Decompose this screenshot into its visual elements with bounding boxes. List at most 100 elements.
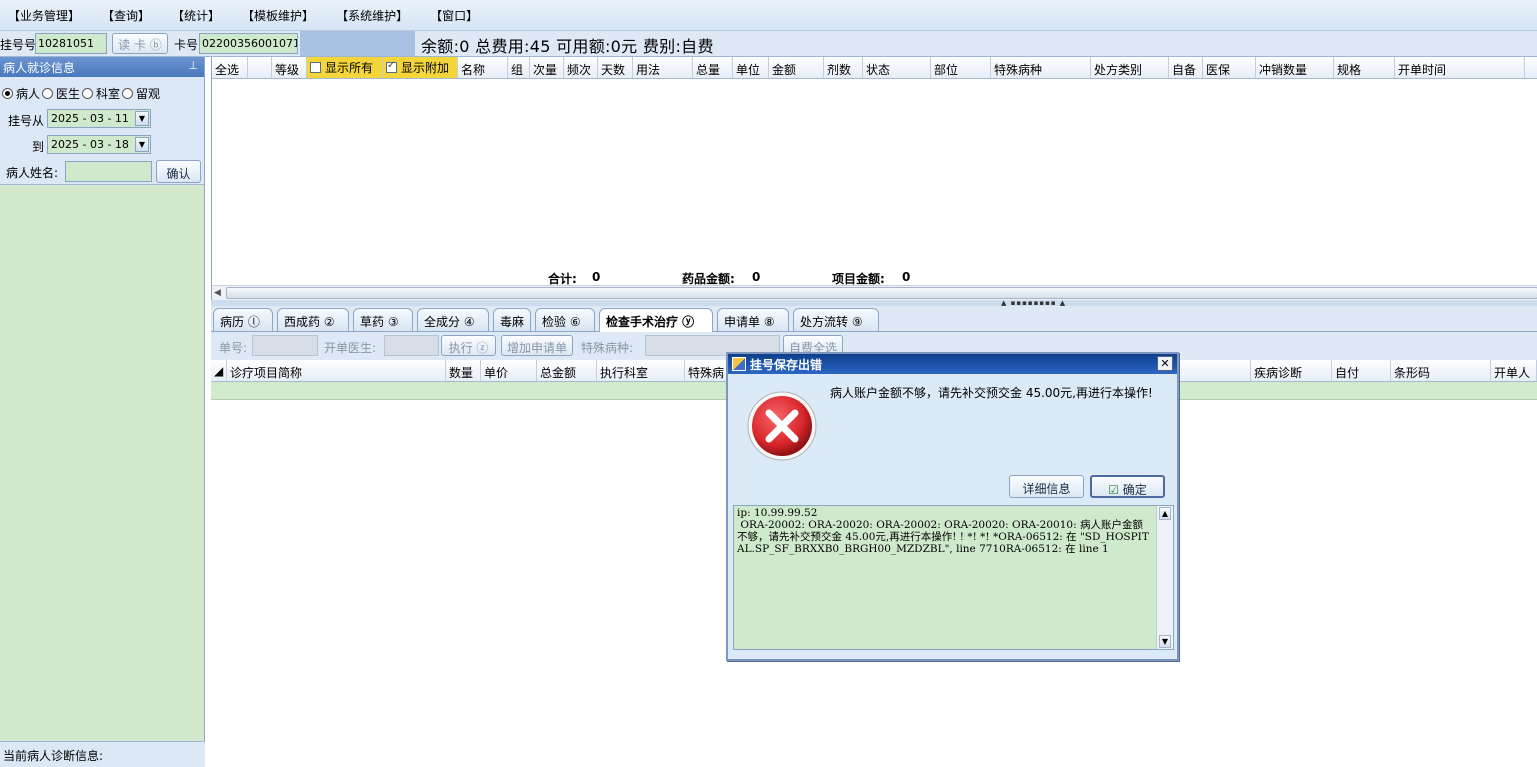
col-self-pay[interactable]: 自付: [1332, 360, 1391, 381]
show-all-label: 显示所有: [325, 61, 374, 75]
tab-prescription-flow[interactable]: 处方流转 ⑨: [793, 308, 879, 331]
menu-system[interactable]: 【系统维护】: [332, 5, 412, 26]
show-extra-label: 显示附加: [401, 61, 450, 75]
search-type-radios: 病人 医生 科室 留观: [2, 85, 162, 102]
col-level[interactable]: 等级: [272, 57, 307, 78]
card-number-label: 卡号: [174, 38, 199, 52]
status-area: [300, 31, 415, 56]
menu-template[interactable]: 【模板维护】: [238, 5, 318, 26]
col-orderer[interactable]: 开单人: [1491, 360, 1537, 381]
col-dose[interactable]: 次量: [530, 57, 564, 78]
col-order-time[interactable]: 开单时间: [1395, 57, 1525, 78]
scrollbar-thumb[interactable]: [226, 287, 1537, 299]
col-amount[interactable]: 金额: [769, 57, 824, 78]
chevron-down-icon[interactable]: ▼: [135, 111, 149, 126]
col-state[interactable]: 状态: [863, 57, 931, 78]
radio-unchecked-icon: [82, 88, 94, 99]
col-name[interactable]: 名称: [458, 57, 508, 78]
confirm-button[interactable]: 确认: [156, 160, 201, 183]
tab-herbal-medicine[interactable]: 草药 ③: [353, 308, 413, 331]
chevron-down-icon[interactable]: ▼: [135, 137, 149, 152]
col-total-qty[interactable]: 总量: [693, 57, 733, 78]
to-date-label: 到: [32, 140, 45, 154]
col-site[interactable]: 部位: [931, 57, 991, 78]
scroll-up-icon[interactable]: ▲: [1159, 507, 1171, 520]
horizontal-scrollbar[interactable]: ◀: [212, 285, 1537, 300]
patient-info-bar: 挂号号 10281051 读 卡 ⓑ 卡号 022003560010714 余额…: [0, 31, 1537, 57]
tab-lab-test[interactable]: 检验 ⑥: [535, 308, 595, 331]
error-dialog: 挂号保存出错 ✕ 病人账户金额不够，请先补交预交金 45.00元,再进行本操作!…: [726, 352, 1179, 661]
scroll-down-icon[interactable]: ▼: [1159, 635, 1171, 648]
read-card-button[interactable]: 读 卡 ⓑ: [112, 33, 168, 54]
col-writeoff-qty[interactable]: 冲销数量: [1256, 57, 1334, 78]
tab-western-medicine[interactable]: 西成药 ②: [277, 308, 349, 331]
to-date-picker[interactable]: 2025 - 03 - 18 ▼: [47, 135, 151, 154]
menu-bar: 【业务管理】 【查询】 【统计】 【模板维护】 【系统维护】 【窗口】: [0, 0, 1537, 31]
radio-patient[interactable]: 病人: [2, 85, 40, 102]
menu-window[interactable]: 【窗口】: [426, 5, 482, 26]
vertical-scrollbar[interactable]: ▲ ▼: [1156, 506, 1173, 649]
col-frequency[interactable]: 频次: [564, 57, 598, 78]
col-unit[interactable]: 单位: [733, 57, 769, 78]
col-insurance[interactable]: 医保: [1203, 57, 1256, 78]
reg-number-label: 挂号号: [0, 38, 37, 52]
checkbox-unchecked-icon: [310, 62, 321, 73]
row-selector-header[interactable]: ◢: [211, 360, 227, 381]
col-total-amount[interactable]: 总金额: [537, 360, 597, 381]
ordering-doctor-label: 开单医生:: [324, 341, 377, 355]
col-usage[interactable]: 用法: [633, 57, 693, 78]
col-select-all[interactable]: 全选: [212, 57, 248, 78]
current-diagnosis-label: 当前病人诊断信息:: [0, 741, 205, 767]
dialog-title-bar[interactable]: 挂号保存出错 ✕: [728, 354, 1177, 374]
radio-observation[interactable]: 留观: [122, 85, 160, 102]
show-all-checkbox[interactable]: 显示所有: [307, 57, 383, 78]
from-date-picker[interactable]: 2025 - 03 - 11 ▼: [47, 109, 151, 128]
show-extra-checkbox[interactable]: 显示附加: [383, 57, 458, 78]
tab-bar: 病历 ⓛ 西成药 ② 草药 ③ 全成分 ④ 毒麻 检验 ⑥ 检查手术治疗 ⓨ 申…: [211, 306, 1537, 333]
col-item-name[interactable]: 诊疗项目简称: [227, 360, 446, 381]
col-unit-price[interactable]: 单价: [481, 360, 537, 381]
col-barcode[interactable]: 条形码: [1391, 360, 1491, 381]
patient-name-input[interactable]: [65, 161, 152, 182]
close-icon[interactable]: ✕: [1157, 356, 1173, 371]
special-disease-label: 特殊病种:: [581, 341, 634, 355]
col-diagnosis[interactable]: 疾病诊断: [1251, 360, 1332, 381]
tab-full-component[interactable]: 全成分 ④: [417, 308, 489, 331]
order-number-label: 单号:: [219, 341, 248, 355]
tab-exam-surgery[interactable]: 检查手术治疗 ⓨ: [599, 308, 713, 333]
error-icon: [747, 391, 817, 461]
details-button[interactable]: 详细信息: [1009, 475, 1084, 498]
menu-business[interactable]: 【业务管理】: [4, 5, 84, 26]
reg-number-field[interactable]: 10281051: [35, 33, 107, 54]
error-detail-textarea[interactable]: ip: 10.99.99.52 ORA-20002: ORA-20020: OR…: [733, 505, 1174, 650]
card-number-field[interactable]: 022003560010714: [199, 33, 298, 54]
col-spec[interactable]: 规格: [1334, 57, 1395, 78]
ok-button[interactable]: ☑ 确定: [1090, 475, 1165, 498]
col-group[interactable]: 组: [508, 57, 530, 78]
radio-department[interactable]: 科室: [82, 85, 120, 102]
tab-medical-record[interactable]: 病历 ⓛ: [213, 308, 273, 331]
execute-button[interactable]: 执行 ⓩ: [441, 335, 496, 356]
error-detail-text: ip: 10.99.99.52 ORA-20002: ORA-20020: OR…: [737, 507, 1149, 555]
drug-amount-value: 0: [752, 270, 761, 284]
menu-statistics[interactable]: 【统计】: [168, 5, 224, 26]
col-special-disease[interactable]: 特殊病种: [991, 57, 1091, 78]
col-blank: [248, 57, 272, 78]
tab-narcotics[interactable]: 毒麻: [493, 308, 531, 331]
radio-doctor[interactable]: 医生: [42, 85, 80, 102]
pin-icon[interactable]: ⊥: [188, 59, 198, 72]
menu-query[interactable]: 【查询】: [98, 5, 154, 26]
tab-request-form[interactable]: 申请单 ⑧: [717, 308, 789, 331]
ordering-doctor-field[interactable]: [384, 335, 439, 356]
col-days[interactable]: 天数: [598, 57, 633, 78]
col-quantity[interactable]: 数量: [446, 360, 481, 381]
patient-name-label: 病人姓名:: [6, 166, 59, 180]
col-exec-department[interactable]: 执行科室: [597, 360, 685, 381]
col-self-provided[interactable]: 自备: [1169, 57, 1203, 78]
col-rx-category[interactable]: 处方类别: [1091, 57, 1169, 78]
add-request-button[interactable]: 增加申请单: [501, 335, 573, 356]
scroll-left-icon[interactable]: ◀: [214, 288, 221, 298]
col-doses[interactable]: 剂数: [824, 57, 863, 78]
order-number-field[interactable]: [252, 335, 318, 356]
app-icon: [732, 357, 746, 371]
